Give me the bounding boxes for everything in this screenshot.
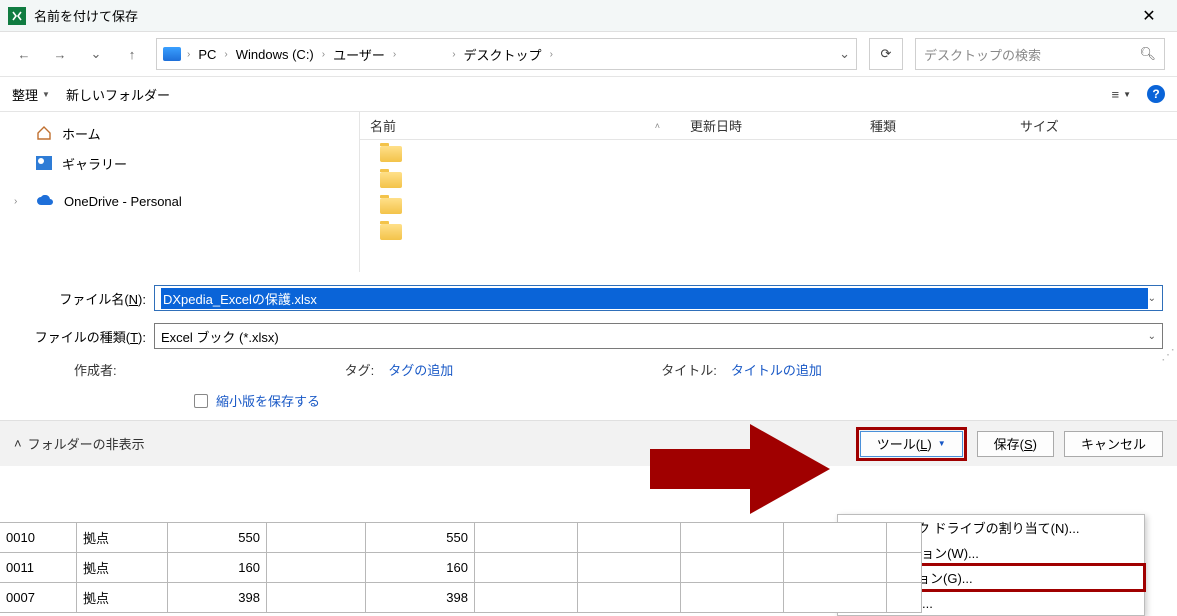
cell[interactable]	[886, 552, 922, 583]
chevron-up-icon: ˄	[14, 436, 22, 451]
cell[interactable]	[783, 552, 887, 583]
dropdown-icon: ▼	[938, 439, 946, 448]
cell[interactable]: 550	[167, 522, 267, 553]
filetype-field[interactable]: Excel ブック (*.xlsx) ⌄	[154, 323, 1163, 349]
cell[interactable]: 0007	[0, 582, 77, 613]
sidebar-label-home: ホーム	[62, 124, 101, 143]
cell[interactable]	[266, 582, 366, 613]
filetype-label: ファイルの種類(T):	[14, 327, 154, 346]
recent-icon[interactable]: ⌄	[84, 42, 108, 66]
hide-folders-toggle[interactable]: ˄ フォルダーの非表示	[14, 434, 145, 453]
gallery-icon	[36, 156, 52, 170]
spreadsheet-background: 0010 拠点 550 550 0011 拠点 160 160 0007 拠点 …	[0, 523, 922, 613]
cell[interactable]: 0010	[0, 522, 77, 553]
breadcrumb[interactable]: › PC › Windows (C:) › ユーザー › › デスクトップ › …	[156, 38, 857, 70]
filetype-dropdown-icon[interactable]: ⌄	[1148, 331, 1156, 342]
cell[interactable]: 拠点	[76, 522, 168, 553]
cell[interactable]: 0011	[0, 552, 77, 583]
up-icon[interactable]: ↑	[120, 42, 144, 66]
search-placeholder: デスクトップの検索	[924, 45, 1041, 64]
help-icon[interactable]: ?	[1147, 85, 1165, 103]
new-folder-button[interactable]: 新しいフォルダー	[66, 85, 170, 104]
title-link[interactable]: タイトルの追加	[731, 360, 822, 379]
cancel-button[interactable]: キャンセル	[1064, 431, 1163, 457]
title-label: タイトル:	[661, 360, 717, 379]
expand-icon[interactable]: ›	[14, 196, 26, 207]
cell[interactable]	[886, 582, 922, 613]
refresh-icon[interactable]: ⟳	[869, 38, 903, 70]
cell[interactable]	[266, 552, 366, 583]
sort-icon[interactable]: ˄	[655, 121, 660, 131]
col-size[interactable]: サイズ	[1010, 116, 1110, 135]
search-icon: 🔍︎	[1139, 46, 1156, 62]
cell[interactable]: 160	[365, 552, 475, 583]
cell[interactable]	[474, 582, 578, 613]
tools-button[interactable]: ツール(L) ▼	[860, 431, 963, 457]
cell[interactable]	[474, 522, 578, 553]
pc-icon	[163, 47, 181, 61]
hide-folders-label: フォルダーの非表示	[28, 434, 145, 453]
crumb-pc[interactable]: PC	[196, 47, 218, 62]
filename-field[interactable]: DXpedia_Excelの保護.xlsx ⌄	[154, 285, 1163, 311]
filename-value: DXpedia_Excelの保護.xlsx	[161, 288, 1148, 309]
cell[interactable]	[680, 582, 784, 613]
tag-link[interactable]: タグの追加	[388, 360, 453, 379]
col-type[interactable]: 種類	[860, 116, 1010, 135]
cell[interactable]: 拠点	[76, 582, 168, 613]
cell[interactable]	[783, 582, 887, 613]
tag-label: タグ:	[345, 360, 375, 379]
col-date[interactable]: 更新日時	[680, 116, 860, 135]
cell[interactable]	[577, 582, 681, 613]
home-icon	[36, 126, 52, 140]
cell[interactable]: 398	[167, 582, 267, 613]
sidebar-item-onedrive[interactable]: › OneDrive - Personal	[0, 186, 359, 216]
cell[interactable]	[474, 552, 578, 583]
cell[interactable]: 拠点	[76, 552, 168, 583]
view-mode-button[interactable]: ≡ ▼	[1111, 87, 1131, 102]
crumb-drive[interactable]: Windows (C:)	[234, 47, 316, 62]
annotation-highlight-tools: ツール(L) ▼	[856, 427, 967, 461]
folder-icon[interactable]	[380, 198, 402, 214]
filename-dropdown-icon[interactable]: ⌄	[1148, 293, 1156, 304]
filetype-value: Excel ブック (*.xlsx)	[161, 327, 1148, 346]
folder-icon[interactable]	[380, 146, 402, 162]
folder-icon[interactable]	[380, 224, 402, 240]
sidebar-label-gallery: ギャラリー	[62, 154, 127, 173]
cell[interactable]	[577, 522, 681, 553]
column-headers[interactable]: 名前 ˄ 更新日時 種類 サイズ	[360, 112, 1177, 140]
resize-grip-icon[interactable]: ⋰	[1161, 350, 1173, 362]
cell[interactable]	[886, 522, 922, 553]
cloud-icon	[36, 195, 54, 207]
forward-icon[interactable]: →	[48, 42, 72, 66]
thumbnail-label[interactable]: 縮小版を保存する	[216, 391, 320, 410]
cell[interactable]	[577, 552, 681, 583]
path-dropdown-icon[interactable]: ⌄	[839, 46, 850, 62]
cell[interactable]	[680, 522, 784, 553]
sidebar-item-home[interactable]: ホーム	[0, 118, 359, 148]
save-button[interactable]: 保存(S)	[977, 431, 1054, 457]
author-label: 作成者:	[74, 360, 117, 379]
cell[interactable]	[266, 522, 366, 553]
cell[interactable]: 160	[167, 552, 267, 583]
organize-button[interactable]: 整理▼	[12, 85, 50, 104]
cell[interactable]	[680, 552, 784, 583]
folder-icon[interactable]	[380, 172, 402, 188]
col-name[interactable]: 名前	[370, 116, 396, 135]
filename-label: ファイル名(N):	[14, 289, 154, 308]
sidebar-label-onedrive: OneDrive - Personal	[64, 194, 182, 209]
search-input[interactable]: デスクトップの検索 🔍︎	[915, 38, 1165, 70]
cell[interactable]: 398	[365, 582, 475, 613]
thumbnail-checkbox[interactable]	[194, 394, 208, 408]
crumb-desktop[interactable]: デスクトップ	[462, 45, 544, 64]
close-icon[interactable]: ✕	[1129, 6, 1169, 26]
excel-app-icon	[8, 7, 26, 25]
back-icon[interactable]: ←	[12, 42, 36, 66]
sidebar-item-gallery[interactable]: ギャラリー	[0, 148, 359, 178]
cell[interactable]: 550	[365, 522, 475, 553]
crumb-users[interactable]: ユーザー	[331, 45, 387, 64]
cell[interactable]	[783, 522, 887, 553]
window-title: 名前を付けて保存	[34, 6, 1129, 25]
